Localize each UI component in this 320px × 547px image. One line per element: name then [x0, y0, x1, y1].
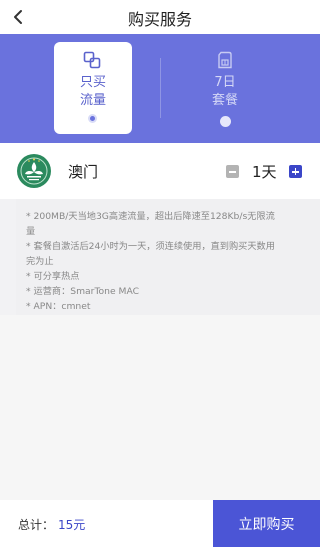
- overlap-squares-icon: [83, 51, 101, 69]
- tab-7day-label-2: 套餐: [211, 93, 238, 108]
- unselected-indicator: [220, 116, 231, 127]
- tab-data-only-label-1: 只买: [79, 75, 106, 90]
- content-background: [0, 315, 320, 500]
- plan-type-banner: 只买 流量 7日 套餐: [0, 34, 320, 143]
- description-line: * 可分享热点: [26, 271, 80, 282]
- header-bar: 购买服务: [0, 0, 320, 34]
- tab-data-only-label-2: 流量: [79, 93, 106, 108]
- description-line: 完为止: [26, 256, 54, 267]
- description-line: * 200MB/天当地3G高速流量，超出后降速至128Kb/s无限流: [26, 211, 275, 222]
- plan-description: * 200MB/天当地3G高速流量，超出后降速至128Kb/s无限流 量 * 套…: [16, 199, 320, 315]
- description-line: 量: [26, 226, 36, 237]
- sim-card-icon: [218, 51, 232, 69]
- buy-now-button[interactable]: 立即购买: [213, 500, 320, 547]
- total-price: 15元: [58, 518, 86, 532]
- description-line: * 运营商：SmarTone MAC: [26, 286, 139, 297]
- tab-divider: [160, 58, 161, 118]
- region-name: 澳门: [68, 163, 99, 181]
- tab-7day-package[interactable]: 7日 套餐: [186, 42, 264, 134]
- description-line: * 套餐自激活后24小时为一天，须连续使用，直到购买天数用: [26, 241, 275, 252]
- description-line: * APN：cmnet: [26, 301, 91, 312]
- days-value: 1天: [252, 163, 277, 181]
- tab-7day-label-1: 7日: [214, 75, 236, 90]
- tab-data-only[interactable]: 只买 流量: [54, 42, 132, 134]
- footer-bar: 总计： 15元 立即购买: [0, 500, 320, 547]
- page-title: 购买服务: [127, 10, 192, 29]
- macau-emblem-icon: [17, 154, 51, 188]
- product-row: 澳门 1天: [0, 143, 320, 199]
- total-label: 总计：: [18, 518, 55, 532]
- increase-days-button[interactable]: [289, 165, 302, 178]
- decrease-days-button[interactable]: [226, 165, 239, 178]
- selected-indicator: [88, 114, 97, 123]
